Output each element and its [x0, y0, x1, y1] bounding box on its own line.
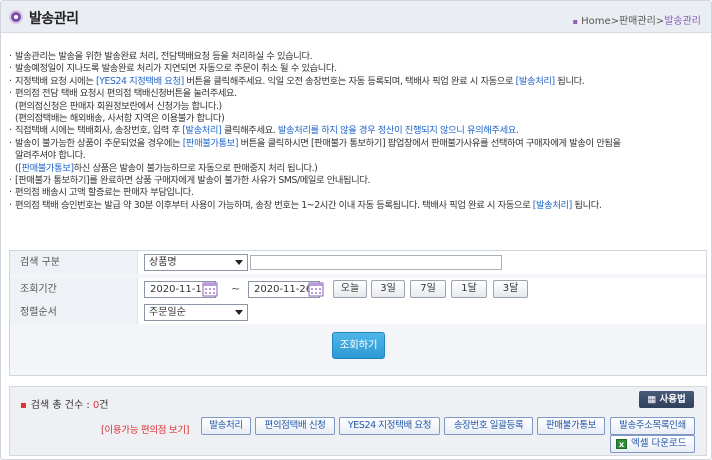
ship-process-button[interactable]: 발송처리 [201, 417, 251, 435]
guide-note-item: 편의점 택배 승인번호는 발급 약 30분 이후부터 사용이 가능하며, 송장 … [9, 199, 709, 213]
guide-note-highlight: [발송처리] [515, 75, 555, 87]
calendar-icon[interactable] [308, 281, 324, 297]
breadcrumb-bullet-icon: ▪ [572, 17, 579, 26]
guide-note-item: 편의점 배송시 고액 할증료는 판매자 부담입니다. [9, 187, 709, 200]
guide-note-item: [판매불가 통보하기]를 완료하면 상품 구매자에게 발송이 불가한 사유가 S… [9, 175, 709, 188]
invoice-bulk-register-button[interactable]: 송장번호 일괄등록 [444, 417, 533, 435]
guide-note-text: 됩니다. [571, 199, 602, 211]
chevron-down-icon [235, 310, 243, 315]
guide-note-item: 발송이 불가능한 상품이 주문되었을 경우에는 [판매불가통보] 버튼을 클릭하… [9, 137, 709, 151]
guide-note-highlight: 발송처리를 하지 않을 경우 정산이 진행되지 않으니 유의해주세요. [277, 125, 519, 137]
search-type-row: 검색 구분 상품명 [10, 251, 706, 274]
print-address-list-button[interactable]: 발송주소목록인쇄 [610, 417, 695, 435]
guide-notes: 발송관리는 발송을 위한 발송완료 처리, 전담택배요청 등을 처리하실 수 있… [9, 51, 709, 213]
sort-field: 주문일순 [138, 301, 706, 324]
search-form: 검색 구분 상품명 조회기간 2020-11-19 ~ 2020-11-26 오… [9, 250, 707, 376]
excel-icon [616, 437, 627, 453]
guide-note-text: (편의점신청은 판매자 회원정보란에서 신청가능 합니다.) [15, 100, 222, 112]
guide-note-item: 편의점 전담 택배 요청시 편의점 택배신청버튼을 눌러주세요. [9, 88, 709, 101]
guide-note-text: 지정택배 요청 시에는 [15, 75, 97, 87]
period-field: 2020-11-19 ~ 2020-11-26 오늘 3일 7일 1달 3달 [138, 278, 706, 301]
title-bullet-icon [9, 10, 23, 24]
breadcrumb-section[interactable]: 판매관리 [619, 16, 656, 27]
page-header: 발송관리 ▪ Home>판매관리>발송관리 [1, 1, 711, 33]
period-row: 조회기간 2020-11-19 ~ 2020-11-26 오늘 3일 7일 1달… [10, 278, 706, 301]
guide-note-item: 알려주셔야 합니다. [9, 150, 709, 162]
search-type-value: 상품명 [149, 257, 177, 268]
count-label: 검색 총 건수 : [30, 400, 93, 411]
yes24-delivery-request-button[interactable]: YES24 지정택배 요청 [339, 417, 440, 435]
guide-note-text: 편의점 전담 택배 요청시 편의점 택배신청버튼을 눌러주세요. [15, 88, 237, 100]
guide-note-text: 편의점 배송시 고액 할증료는 판매자 부담입니다. [15, 187, 194, 199]
store-delivery-request-button[interactable]: 편의점택배 신청 [255, 417, 335, 435]
guide-note-item: 발송예정일이 지나도록 발송완료 처리가 지연되면 자동으로 주문이 취소 될 … [9, 63, 709, 76]
guide-note-item: 지정택배 요청 시에는 [YES24 지정택배 요청] 버튼을 클릭해주세요. … [9, 75, 709, 89]
page-frame: 발송관리 ▪Home>판매관리>발송관리 발송관리는 발송을 위한 발송완료 처… [0, 0, 712, 460]
guide-note-highlight: [YES24 지정택배 요청] [96, 75, 184, 87]
available-stores-link[interactable]: [이용가능 편의점 보기] [101, 422, 190, 436]
guide-note-item: 발송관리는 발송을 위한 발송완료 처리, 전담택배요청 등을 처리하실 수 있… [9, 51, 709, 64]
guide-note-text: 하신 상품은 발송이 불가능하므로 자동으로 판매중지 처리 됩니다.) [73, 162, 318, 174]
breadcrumb-separator: > [655, 16, 665, 27]
guide-note-text: 발송관리는 발송을 위한 발송완료 처리, 전담택배요청 등을 처리하실 수 있… [15, 51, 313, 62]
usage-button[interactable]: ▦ 사용법 [639, 391, 694, 408]
guide-note-text: 버튼을 클릭해주세요. 익일 오전 송장번호는 자동 등록되며, 택배사 픽업 … [183, 75, 516, 87]
unsellable-notice-button[interactable]: 판매불가통보 [537, 417, 605, 435]
period-1month-button[interactable]: 1달 [451, 280, 487, 298]
excel-download-label: 엑셀 다운로드 [631, 438, 687, 449]
breadcrumb-separator: > [610, 16, 619, 27]
sort-label: 정렬순서 [10, 301, 138, 324]
result-panel: ▪ 검색 총 건수 : 0건 ▦ 사용법 [이용가능 편의점 보기] 발송처리 편… [9, 386, 707, 456]
search-button[interactable]: 조회하기 [332, 332, 385, 359]
period-label: 조회기간 [10, 278, 138, 301]
period-3months-button[interactable]: 3달 [493, 280, 528, 298]
count-bullet-icon: ▪ [20, 400, 27, 411]
period-3days-button[interactable]: 3일 [371, 280, 405, 298]
result-count: ▪ 검색 총 건수 : 0건 [20, 396, 108, 411]
guide-note-text: 발송예정일이 지나도록 발송완료 처리가 지연되면 자동으로 주문이 취소 될 … [15, 63, 337, 75]
guide-note-text: 됩니다. [554, 75, 585, 87]
excel-download-button[interactable]: 엑셀 다운로드 [610, 435, 695, 453]
breadcrumb-home[interactable]: Home [581, 16, 611, 27]
guide-note-highlight: [발송처리] [532, 199, 572, 211]
period-today-button[interactable]: 오늘 [333, 280, 367, 298]
guide-note-text: 발송이 불가능한 상품이 주문되었을 경우에는 [15, 137, 183, 149]
search-type-field: 상품명 [138, 251, 706, 274]
search-type-select[interactable]: 상품명 [144, 254, 248, 271]
usage-label: 사용법 [659, 394, 686, 405]
guide-note-item: (편의점택배는 해외배송, 사서함 지역은 이용불가 합니다) [9, 113, 709, 125]
guide-note-highlight: [판매불가통보] [182, 137, 239, 149]
guide-note-text: 클릭해주세요. [221, 125, 278, 137]
guide-note-text: 알려주셔야 합니다. [15, 150, 86, 162]
guide-note-item: 직접택배 시에는 택배회사, 송장번호, 입력 후 [발송처리] 클릭해주세요.… [9, 125, 709, 138]
sort-select[interactable]: 주문일순 [144, 304, 248, 321]
sort-value: 주문일순 [149, 307, 186, 318]
breadcrumb-current: 발송관리 [664, 16, 701, 27]
search-type-label: 검색 구분 [10, 251, 138, 274]
guide-note-item: ([판매불가통보]하신 상품은 발송이 불가능하므로 자동으로 판매중지 처리 … [9, 163, 709, 175]
count-unit: 건 [99, 400, 109, 411]
guide-note-item: (편의점신청은 판매자 회원정보란에서 신청가능 합니다.) [9, 101, 709, 113]
period-7days-button[interactable]: 7일 [410, 280, 446, 298]
guide-note-highlight: [발송처리] [182, 125, 222, 137]
guide-note-text: 편의점 택배 승인번호는 발급 약 30분 이후부터 사용이 가능하며, 송장 … [15, 199, 533, 211]
date-range-separator: ~ [231, 282, 241, 295]
guide-note-text: (편의점택배는 해외배송, 사서함 지역은 이용불가 합니다) [15, 113, 225, 125]
guide-note-highlight: [판매불가통보] [18, 162, 74, 174]
guide-note-text: 직접택배 시에는 택배회사, 송장번호, 입력 후 [15, 125, 183, 137]
guide-note-text: [판매불가 통보하기]를 완료하면 상품 구매자에게 발송이 불가한 사유가 S… [15, 175, 371, 187]
guide-note-text: 버튼을 클릭하시면 [판매불가 통보하기] 팝업창에서 판매불가사유를 선택하여… [238, 137, 621, 149]
sort-row: 정렬순서 주문일순 [10, 301, 706, 324]
search-keyword-input[interactable] [250, 255, 502, 270]
chevron-down-icon [235, 260, 243, 265]
breadcrumb: ▪ Home>판매관리>발송관리 [573, 12, 701, 27]
page-title: 발송관리 [29, 11, 79, 27]
calendar-icon[interactable] [202, 281, 218, 297]
table-icon: ▦ [647, 394, 657, 405]
